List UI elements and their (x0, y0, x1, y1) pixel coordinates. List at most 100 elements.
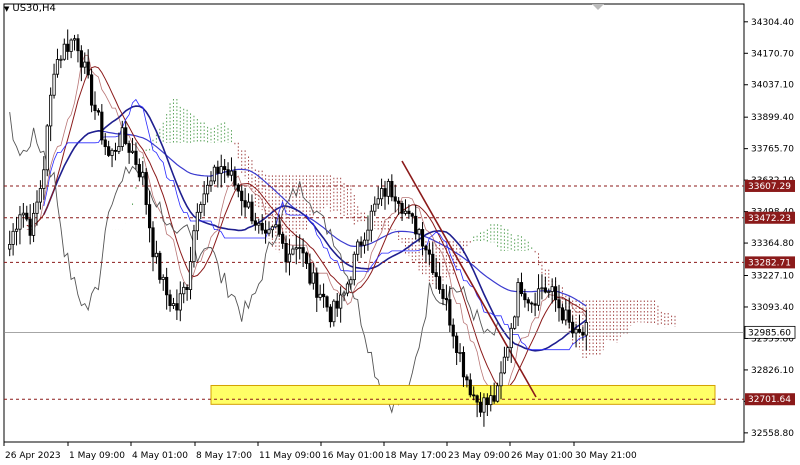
candle-body (76, 38, 80, 52)
candle-body (28, 218, 32, 236)
ichimoku-cloud (128, 99, 676, 358)
candle-body (147, 204, 152, 229)
candle-body (335, 300, 339, 309)
candle-body (185, 286, 189, 290)
support-zone[interactable] (210, 384, 716, 405)
candle-body (461, 352, 466, 378)
candle-body (25, 212, 29, 220)
candle-body (62, 43, 66, 60)
candle-body (369, 210, 373, 231)
candle-body (536, 288, 541, 306)
candle-body (349, 279, 353, 285)
candle-body (393, 196, 397, 202)
candle-body (199, 204, 203, 213)
candle-body (311, 272, 315, 284)
x-tick-label: 16 May 01:00 (322, 451, 384, 461)
x-tick-label: 23 May 09:00 (448, 451, 510, 461)
candle-body (8, 243, 12, 250)
candle-body (93, 104, 97, 112)
candle-body (318, 293, 322, 298)
candle-body (345, 283, 350, 294)
candle-body (223, 166, 227, 171)
candle-body (359, 241, 363, 246)
y-tick-label: 34037.10 (751, 81, 794, 91)
candle-body (567, 309, 571, 323)
candle-body (571, 321, 575, 334)
candle-body (120, 127, 124, 147)
candle-body (315, 272, 319, 298)
level-price-label: 33282.71 (748, 258, 791, 268)
candle-body (574, 328, 578, 334)
candle-body (325, 296, 329, 308)
trendline[interactable] (401, 160, 537, 398)
x-tick-label: 1 May 09:00 (69, 451, 125, 461)
chart-window[interactable]: 34304.40 34170.70 34037.10 33899.40 33765.70… (0, 0, 800, 465)
y-tick-label: 32826.10 (751, 366, 794, 376)
candle-body (270, 226, 275, 231)
candle-body (376, 198, 380, 205)
candle-body (308, 263, 312, 284)
candle-body (192, 230, 196, 263)
candle-body (267, 229, 271, 234)
candle-body (38, 188, 43, 203)
candle-body (117, 146, 121, 152)
candle-body (151, 227, 155, 258)
candle-body (168, 294, 172, 306)
x-tick-label: 8 May 17:00 (196, 451, 252, 461)
candle-body (403, 210, 408, 214)
y-tick-label: 34170.70 (751, 49, 794, 59)
x-tick-label: 4 May 01:00 (132, 451, 188, 461)
candle-body (379, 188, 384, 200)
symbol-label: US30,H4 (12, 3, 56, 14)
ma-fast-line (26, 66, 587, 389)
candle-body (543, 287, 547, 293)
dropdown-caret-icon[interactable]: ▼ (4, 5, 9, 13)
candle-body (366, 229, 370, 241)
price-chart[interactable]: 34304.40 34170.70 34037.10 33899.40 33765.70… (0, 0, 800, 465)
level-price-label: 33607.29 (748, 182, 791, 192)
candle-body (161, 276, 165, 280)
candle-body (188, 261, 193, 290)
candle-body (506, 347, 510, 358)
candle-body (253, 220, 257, 226)
candle-body (547, 291, 551, 293)
candle-body (489, 395, 493, 406)
candle-body (134, 150, 138, 165)
candle-body (519, 282, 524, 295)
candle-body (390, 180, 394, 198)
candle-body (113, 149, 118, 152)
x-tick-label: 26 Apr 2023 (5, 451, 61, 461)
candle-body (21, 212, 25, 216)
candle-body (55, 59, 60, 75)
price-axis[interactable]: 34304.40 34170.70 34037.10 33899.40 33765.70… (744, 18, 794, 439)
candle-body (485, 397, 489, 406)
candle-body (287, 253, 292, 263)
tenkan-line (26, 54, 587, 401)
candles (8, 29, 588, 427)
candle-body (277, 224, 281, 235)
y-tick-label: 33227.10 (751, 271, 794, 281)
candle-body (356, 241, 360, 255)
candle-body (83, 61, 87, 68)
chart-shift-icon[interactable] (592, 4, 604, 10)
candle-body (448, 299, 452, 326)
candle-body (373, 203, 377, 212)
candle-body (226, 169, 230, 176)
candle-body (444, 298, 449, 301)
candle-body (342, 292, 346, 296)
candle-body (533, 303, 537, 306)
candle-body (437, 276, 442, 290)
candle-body (495, 385, 500, 402)
candle-body (584, 322, 588, 336)
candle-body (550, 286, 554, 292)
time-axis[interactable]: 26 Apr 2023 1 May 09:00 4 May 01:00 8 May 1… (3, 442, 637, 461)
candle-body (301, 247, 305, 254)
candle-body (96, 110, 101, 113)
candle-body (45, 125, 49, 171)
candle-body (11, 230, 15, 245)
candle-body (321, 293, 326, 298)
candle-body (424, 245, 428, 251)
candle-body (202, 193, 206, 205)
candle-body (175, 303, 179, 311)
candle-body (89, 74, 94, 106)
